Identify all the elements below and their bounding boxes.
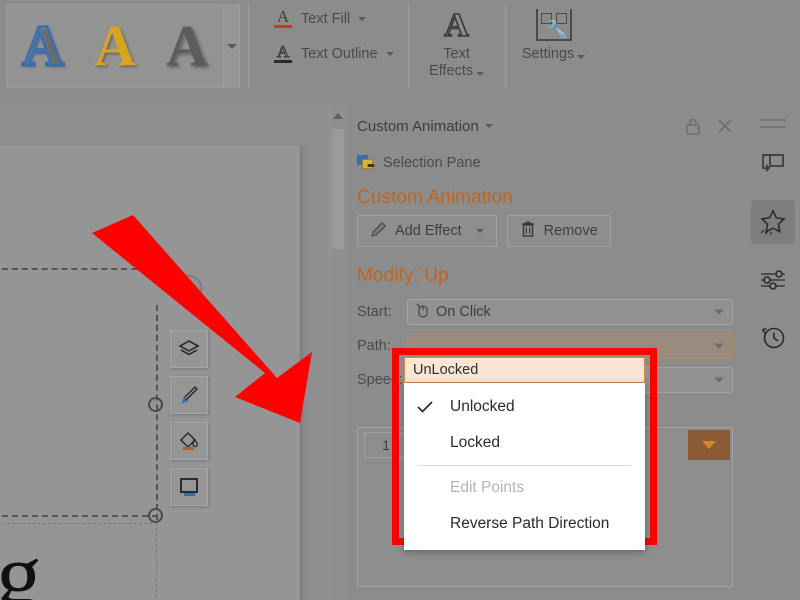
wordart-style-gold[interactable]: A — [79, 5, 151, 87]
add-effect-button[interactable]: Add Effect — [357, 215, 497, 247]
collapse-minus-button[interactable] — [174, 275, 202, 303]
canvas-vertical-scrollbar[interactable] — [329, 105, 345, 600]
remove-effect-button[interactable]: Remove — [506, 215, 611, 247]
text-outline-icon: A — [273, 43, 293, 63]
sliders-settings-icon[interactable] — [751, 258, 795, 302]
remove-effect-label: Remove — [543, 223, 598, 239]
start-combobox[interactable]: On Click — [407, 299, 733, 325]
right-icon-rail — [745, 105, 800, 600]
text-outline-label: Text Outline — [301, 45, 378, 62]
wordart-style-gallery[interactable]: A A A — [6, 4, 240, 88]
menu-separator — [418, 465, 631, 466]
start-value: On Click — [436, 304, 491, 320]
frame-tool[interactable] — [170, 468, 208, 506]
rail-divider-1 — [759, 119, 786, 121]
ribbon-toolbar: A A A A Text Fill A Text Outline A Text … — [0, 0, 800, 105]
text-effects-label-line1: Text — [443, 46, 470, 62]
ribbon-divider-1 — [248, 4, 249, 88]
selection-guide-top — [0, 268, 157, 270]
chevron-down-icon[interactable] — [476, 72, 485, 76]
menu-item-edit-points: Edit Points — [404, 470, 645, 506]
mouse-click-icon — [416, 303, 429, 322]
chevron-down-icon — [702, 441, 716, 449]
text-outline-button[interactable]: A Text Outline — [267, 41, 400, 66]
rail-divider-2 — [759, 126, 786, 128]
selection-guide-thin — [0, 523, 152, 524]
chevron-down-icon[interactable] — [358, 16, 367, 21]
start-label: Start: — [357, 304, 392, 320]
selection-guide-vertical — [156, 305, 158, 520]
start-field-row: Start: On Click — [345, 297, 745, 327]
settings-wrench-icon: 🔧 — [535, 4, 572, 46]
settings-button[interactable]: 🔧 Settings — [514, 4, 594, 63]
path-dropdown-value: UnLocked — [413, 362, 479, 378]
text-fill-button[interactable]: A Text Fill — [267, 6, 400, 31]
text-effects-label-line2: Effects — [429, 63, 474, 79]
panel-header: Custom Animation — [345, 105, 745, 147]
wordart-gallery-expand-button[interactable] — [223, 4, 239, 88]
wordart-style-outline-blue[interactable]: A — [7, 5, 79, 87]
chevron-down-icon[interactable] — [577, 55, 586, 59]
history-clock-icon[interactable] — [751, 316, 795, 360]
floating-tool-strip[interactable] — [170, 330, 208, 506]
selection-pane-label: Selection Pane — [383, 155, 481, 171]
selection-guide-bottom — [0, 515, 158, 517]
menu-item-unlocked-label: Unlocked — [450, 398, 515, 415]
layers-tool[interactable] — [170, 330, 208, 368]
slide-transition-icon[interactable] — [751, 142, 795, 186]
slide-surface[interactable]: g — [0, 145, 300, 600]
fill-bucket-tool[interactable] — [170, 422, 208, 460]
ribbon-divider-3 — [504, 4, 506, 88]
animation-star-icon[interactable] — [750, 200, 795, 244]
brush-tool[interactable] — [170, 376, 208, 414]
app-window: A A A A Text Fill A Text Outline A Text … — [0, 0, 800, 600]
text-effects-button[interactable]: A Text Effects — [417, 4, 497, 80]
chevron-down-icon[interactable] — [475, 229, 484, 233]
menu-item-edit-points-label: Edit Points — [450, 479, 525, 496]
chevron-down-icon[interactable] — [385, 51, 394, 56]
ribbon-divider-2 — [407, 4, 409, 88]
menu-item-reverse-path-direction-label: Reverse Path Direction — [450, 515, 610, 532]
selection-pane-button[interactable]: ➨ Selection Pane — [345, 147, 745, 177]
path-dropdown-popup[interactable]: UnLocked Unlocked Locked Edit Points Rev… — [404, 357, 645, 550]
effect-action-buttons: Add Effect Remove — [345, 215, 745, 247]
text-effects-icon: A — [444, 6, 470, 44]
trash-icon — [520, 221, 536, 242]
effect-row-dropdown-button[interactable] — [688, 430, 730, 460]
selection-handle-top[interactable] — [148, 262, 163, 277]
menu-item-locked-label: Locked — [450, 434, 500, 451]
modify-section-title: Modify: Up — [357, 265, 449, 286]
selection-pane-icon: ➨ — [357, 155, 376, 172]
close-icon[interactable] — [715, 116, 735, 136]
chevron-down-icon[interactable] — [714, 309, 724, 315]
add-effect-label: Add Effect — [395, 223, 462, 239]
slide-text-letter[interactable]: g — [0, 529, 42, 600]
slide-canvas-area[interactable]: g — [0, 105, 345, 600]
path-dropdown-input[interactable]: UnLocked — [404, 357, 645, 383]
custom-animation-section-title: Custom Animation — [357, 187, 513, 208]
text-style-group: A Text Fill A Text Outline — [267, 6, 400, 66]
panel-title: Custom Animation — [357, 117, 479, 135]
pencil-icon — [370, 221, 387, 241]
selection-guide-vertical-2 — [156, 523, 157, 600]
text-fill-icon: A — [273, 8, 293, 28]
check-icon — [416, 400, 450, 414]
lock-icon[interactable] — [683, 116, 703, 136]
wordart-style-gray[interactable]: A — [151, 5, 223, 87]
chevron-down-icon[interactable] — [484, 124, 493, 128]
menu-item-unlocked[interactable]: Unlocked — [404, 389, 645, 425]
scrollbar-thumb[interactable] — [332, 129, 344, 249]
chevron-down-icon — [226, 43, 237, 49]
settings-label: Settings — [521, 46, 575, 62]
menu-item-reverse-path-direction[interactable]: Reverse Path Direction — [404, 506, 645, 542]
chevron-down-icon[interactable] — [714, 377, 724, 383]
scroll-up-arrow-icon[interactable] — [333, 113, 343, 119]
text-fill-label: Text Fill — [301, 10, 351, 27]
menu-item-locked[interactable]: Locked — [404, 425, 645, 461]
selection-handle-bottom[interactable] — [148, 508, 163, 523]
path-dropdown-menu[interactable]: Unlocked Locked Edit Points Reverse Path… — [404, 383, 645, 550]
chevron-down-icon[interactable] — [714, 343, 724, 349]
selection-handle-middle[interactable] — [148, 397, 163, 412]
